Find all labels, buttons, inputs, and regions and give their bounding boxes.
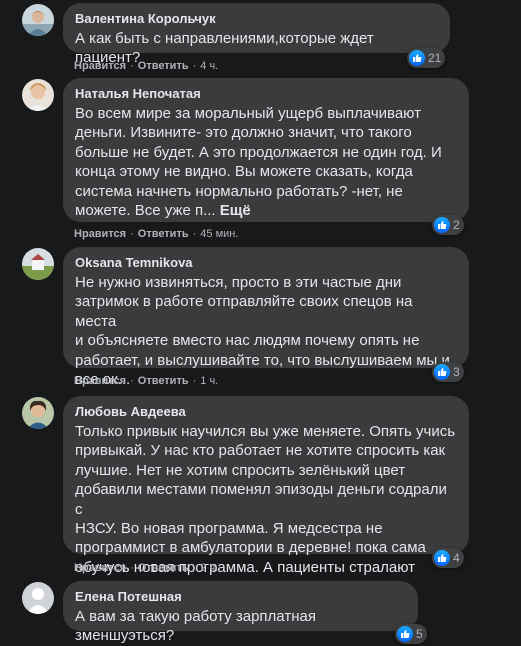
- avatar-photo-icon: [22, 248, 54, 280]
- avatar[interactable]: [22, 4, 54, 36]
- reaction-count-badge[interactable]: 21: [407, 48, 446, 68]
- comment-text: А вам за такую работу зарплатная зменшуэ…: [75, 608, 316, 645]
- comment-bubble: Елена Потешная А вам за такую работу зар…: [63, 581, 418, 644]
- like-thumb-icon: [397, 626, 413, 642]
- separator: ·: [130, 228, 134, 240]
- like-link[interactable]: Нравится: [74, 562, 126, 574]
- separator: ·: [192, 228, 197, 240]
- like-thumb-icon: [434, 217, 450, 233]
- comment-author[interactable]: Валентина Корольчук: [75, 10, 438, 27]
- comment-text-body: Во всем мире за моральный ущерб выплачив…: [75, 105, 442, 220]
- default-avatar-icon: [22, 582, 54, 614]
- comment-text: Только привык научился вы уже меняете. О…: [75, 423, 456, 576]
- reply-link[interactable]: Ответить: [138, 60, 189, 72]
- see-more-link[interactable]: Ещё: [220, 202, 251, 219]
- comment-timestamp[interactable]: 2 ч.: [200, 562, 218, 574]
- reaction-count-badge[interactable]: 2: [432, 215, 464, 235]
- comment-text: Во всем мире за моральный ущерб выплачив…: [75, 104, 457, 220]
- reply-link[interactable]: Ответить: [138, 562, 189, 574]
- comment-actions: Нравится · Ответить · 4 ч.: [74, 59, 218, 73]
- reaction-count: 5: [416, 627, 423, 641]
- comment-timestamp[interactable]: 45 мин.: [200, 228, 238, 240]
- reply-link[interactable]: Ответить: [138, 228, 189, 240]
- avatar-photo-icon: [22, 79, 54, 111]
- avatar-photo-icon: [22, 397, 54, 429]
- comment-author[interactable]: Oksana Temnikova: [75, 254, 457, 271]
- comment-author[interactable]: Наталья Непочатая: [75, 85, 457, 102]
- reply-link[interactable]: Ответить: [138, 375, 189, 387]
- comment-actions: Нравится · Ответить · 45 мин.: [74, 227, 238, 241]
- like-link[interactable]: Нравится: [74, 375, 126, 387]
- comment-actions: Нравится · Ответить · 2 ч.: [74, 561, 218, 575]
- avatar[interactable]: [22, 397, 54, 429]
- reaction-count: 4: [453, 551, 460, 565]
- comment-actions: Нравится · Ответить · 1 ч.: [74, 374, 218, 388]
- separator: ·: [130, 562, 134, 574]
- comment-timestamp[interactable]: 1 ч.: [200, 375, 218, 387]
- comment-bubble: Наталья Непочатая Во всем мире за мораль…: [63, 78, 469, 222]
- like-thumb-icon: [434, 364, 450, 380]
- comment-timestamp[interactable]: 4 ч.: [200, 60, 218, 72]
- separator: ·: [130, 375, 134, 387]
- separator: ·: [192, 562, 197, 574]
- reaction-count: 3: [453, 365, 460, 379]
- reaction-count: 2: [453, 218, 460, 232]
- comment-bubble: Oksana Temnikova Не нужно извиняться, пр…: [63, 247, 469, 388]
- reaction-count-badge[interactable]: 5: [395, 624, 427, 644]
- comment-author[interactable]: Любовь Авдеева: [75, 403, 457, 420]
- reaction-count-badge[interactable]: 3: [432, 362, 464, 382]
- avatar[interactable]: [22, 248, 54, 280]
- reaction-count: 21: [428, 51, 442, 65]
- like-thumb-icon: [409, 50, 425, 66]
- like-thumb-icon: [434, 550, 450, 566]
- avatar-photo-icon: [22, 4, 54, 36]
- like-link[interactable]: Нравится: [74, 60, 126, 72]
- avatar[interactable]: [22, 79, 54, 111]
- comment-author[interactable]: Елена Потешная: [75, 588, 406, 605]
- separator: ·: [130, 60, 134, 72]
- separator: ·: [192, 60, 197, 72]
- comment-text: Не нужно извиняться, просто в эти частые…: [75, 274, 450, 389]
- default-avatar-icon[interactable]: [22, 582, 54, 614]
- separator: ·: [192, 375, 197, 387]
- reaction-count-badge[interactable]: 4: [432, 548, 464, 568]
- comment-bubble: Валентина Корольчук А как быть с направл…: [63, 3, 450, 66]
- like-link[interactable]: Нравится: [74, 228, 126, 240]
- comment-bubble: Любовь Авдеева Только привык научился вы…: [63, 396, 469, 576]
